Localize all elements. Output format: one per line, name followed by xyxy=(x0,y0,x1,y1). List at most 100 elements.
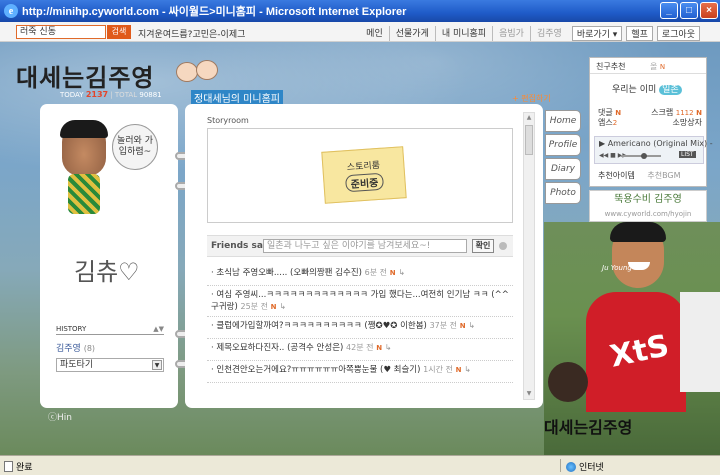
comment-item[interactable]: · 제목오묘하다진자.. (공격수 안성은) 42분 전 N ↳ xyxy=(207,339,513,361)
play-icon[interactable]: ▶ xyxy=(599,139,605,148)
comment-text: · 초식남 주영오빠..... (오빠의짱팬 김수진) xyxy=(211,268,362,278)
reply-arrow-icon[interactable]: ↳ xyxy=(464,365,471,374)
new-badge-icon: N xyxy=(455,366,462,374)
window-title: http://minihp.cyworld.com - 싸이월드>미니홈피 - … xyxy=(22,6,407,18)
total-label: TOTAL xyxy=(114,91,138,99)
tab-photo[interactable]: Photo xyxy=(545,182,581,204)
maximize-button[interactable]: □ xyxy=(680,2,698,19)
friends-say-label: Friends say xyxy=(211,241,269,251)
friends-say-bar: Friends say 일촌과 나누고 싶은 이야기를 남겨보세요~! 확인 xyxy=(207,235,513,257)
stat-apps[interactable]: 앱스2 xyxy=(598,118,617,128)
top-menu: 메인 선물가게 내 미니홈피 음빔가 김주영 바로가기 ▾ 헬프 로그아웃 xyxy=(360,26,700,41)
history-name: 김주영 xyxy=(56,344,81,354)
search-input[interactable]: 러죽 신동 xyxy=(16,25,106,39)
storyroom-box: 스토리룸 준비중 xyxy=(207,128,513,223)
new-badge-icon: N xyxy=(459,322,466,330)
comment-time: 1시간 전 xyxy=(423,365,453,374)
menu-gift-shop[interactable]: 선물가게 xyxy=(388,26,435,41)
stats-row: 댓글 N 스크랩 1112 N xyxy=(598,108,702,118)
second-player xyxy=(680,292,720,392)
wave-surf-dropdown[interactable]: 파도타기 ▼ xyxy=(56,358,164,372)
menu-history-current[interactable]: 김주영 xyxy=(529,26,568,41)
player-hair xyxy=(610,222,666,242)
menu-main[interactable]: 메인 xyxy=(360,26,389,41)
logout-button[interactable]: 로그아웃 xyxy=(656,26,700,41)
banner-subtext: www.cyworld.com/hyojin xyxy=(604,210,692,218)
new-badge-icon: N xyxy=(659,63,666,71)
visitor-counter: TODAY 2137 | TOTAL 90881 xyxy=(60,90,162,99)
comment-item[interactable]: · 여심 주영씨...ㅋㅋㅋㅋㅋㅋㅋㅋㅋㅋㅋㅋㅋ 가입 했다는...여전히 인기… xyxy=(207,286,513,317)
dropdown-value: 파도타기 xyxy=(60,360,94,370)
profile-panel: 놀러와 가입하렴~ 김츄♡ HISTORY ▲▼ 김주영 (8) 파도타기 ▼ xyxy=(40,104,178,408)
right-panel-tabs: 친구추천 올 N xyxy=(590,58,706,74)
stat-comments[interactable]: 댓글 N xyxy=(598,108,621,118)
minimize-button[interactable]: _ xyxy=(660,2,678,19)
child-head xyxy=(548,362,588,402)
body-drawing xyxy=(68,174,100,214)
stat-wish-box[interactable]: 소망상자 xyxy=(673,118,702,128)
playlist-button[interactable]: LIST xyxy=(679,151,696,158)
tab-profile[interactable]: Profile xyxy=(545,134,581,156)
sticky-note: 스토리룸 준비중 xyxy=(321,146,407,204)
history-entry[interactable]: 김주영 (8) xyxy=(56,341,95,354)
volume-knob[interactable] xyxy=(641,153,647,159)
scroll-up-icon[interactable]: ▲ xyxy=(524,113,534,123)
comment-text: · 클럽에가입할까여?ㅋㅋㅋㅋㅋㅋㅋㅋㅋㅋ (쨍✪♥✪ 이한봄) xyxy=(211,321,427,331)
ilchon-status: 우리는 이미 일촌 xyxy=(612,82,682,95)
friends-say-submit[interactable]: 확인 xyxy=(472,239,494,253)
reply-arrow-icon[interactable]: ↳ xyxy=(279,302,286,311)
scroll-down-icon[interactable]: ▼ xyxy=(524,389,534,399)
hair-drawing xyxy=(60,120,108,138)
tab-secondary-label: 올 xyxy=(650,62,658,71)
settings-dot-icon[interactable] xyxy=(499,242,507,250)
promo-link[interactable]: 지겨운여드름?고민은-이제그 xyxy=(138,27,245,40)
search-button[interactable]: 검색 xyxy=(107,25,131,39)
ie-statusbar: 완료 인터넷 xyxy=(0,455,720,475)
comment-item[interactable]: · 초식남 주영오빠..... (오빠의짱팬 김수진) 6분 전 N ↳ xyxy=(207,264,513,286)
banner-text: 뚝용수비 김주영 xyxy=(614,194,682,205)
friends-say-input[interactable]: 일촌과 나누고 싶은 이야기를 남겨보세요~! xyxy=(263,239,467,253)
reply-arrow-icon[interactable]: ↳ xyxy=(385,343,392,352)
smiley-face-icon xyxy=(176,62,198,82)
zone-text: 인터넷 xyxy=(579,463,604,473)
scroll-thumb[interactable] xyxy=(525,125,533,155)
status-zone: 인터넷 xyxy=(566,460,604,473)
bgm-player: ▶ Americano (Original Mix) - ◀◀ ■ ▶▶ LIS… xyxy=(594,136,713,164)
recommend-item-link[interactable]: 추천아이템 xyxy=(598,171,635,180)
status-left: 완료 xyxy=(4,460,33,473)
note-line2: 준비중 xyxy=(345,172,384,193)
profile-photo: 놀러와 가입하렴~ xyxy=(56,120,160,220)
player-controls: ◀◀ ■ ▶▶ LIST xyxy=(599,151,699,160)
status-divider xyxy=(560,459,561,472)
tab-friend-recommend[interactable]: 친구추천 xyxy=(596,61,625,72)
stat-scrap[interactable]: 스크랩 1112 N xyxy=(651,108,702,118)
status-text: 완료 xyxy=(16,463,33,473)
speech-bubble: 놀러와 가입하렴~ xyxy=(112,124,158,170)
comment-time: 25분 전 xyxy=(240,302,268,311)
reply-arrow-icon[interactable]: ↳ xyxy=(398,268,405,277)
total-count: 90881 xyxy=(139,91,162,99)
shortcut-dropdown[interactable]: 바로가기 ▾ xyxy=(571,26,623,41)
content-scrollbar[interactable]: ▲ ▼ xyxy=(523,112,535,400)
internet-globe-icon xyxy=(566,461,576,472)
copyright: ⓒHin xyxy=(48,413,72,423)
tab-secondary[interactable]: 올 N xyxy=(650,61,665,72)
profile-banner: 뚝용수비 김주영 www.cyworld.com/hyojin xyxy=(589,190,707,222)
comment-item[interactable]: · 클럽에가입할까여?ㅋㅋㅋㅋㅋㅋㅋㅋㅋㅋ (쨍✪♥✪ 이한봄) 37분 전 N… xyxy=(207,317,513,339)
comment-item[interactable]: · 인천견안오는거에요?ㅠㅠㅠㅠㅠㅠ아쪽뿡눈물 (♥ 최슬기) 1시간 전 N … xyxy=(207,361,513,383)
player-photo: XtS Ju Young 대세는김주영 xyxy=(544,222,720,455)
recommend-bgm-link[interactable]: 추천BGM xyxy=(647,171,680,180)
reply-arrow-icon[interactable]: ↳ xyxy=(468,321,475,330)
tab-home[interactable]: Home xyxy=(545,110,581,132)
comment-list: · 초식남 주영오빠..... (오빠의짱팬 김수진) 6분 전 N ↳ · 여… xyxy=(207,264,513,383)
menu-my-minihp[interactable]: 내 미니홈피 xyxy=(434,26,492,41)
menu-history-prev[interactable]: 음빔가 xyxy=(492,26,530,41)
chevron-down-icon[interactable]: ▼ xyxy=(152,360,162,370)
help-button[interactable]: 헬프 xyxy=(626,26,653,41)
history-toggle-icon[interactable]: ▲▼ xyxy=(153,325,164,333)
edit-link[interactable]: + 편집하기 xyxy=(512,93,551,104)
photo-signature: 대세는김주영 xyxy=(544,418,633,437)
tab-diary[interactable]: Diary xyxy=(545,158,581,180)
close-button[interactable]: × xyxy=(700,2,718,19)
stats-row: 앱스2 소망상자 xyxy=(598,118,702,128)
